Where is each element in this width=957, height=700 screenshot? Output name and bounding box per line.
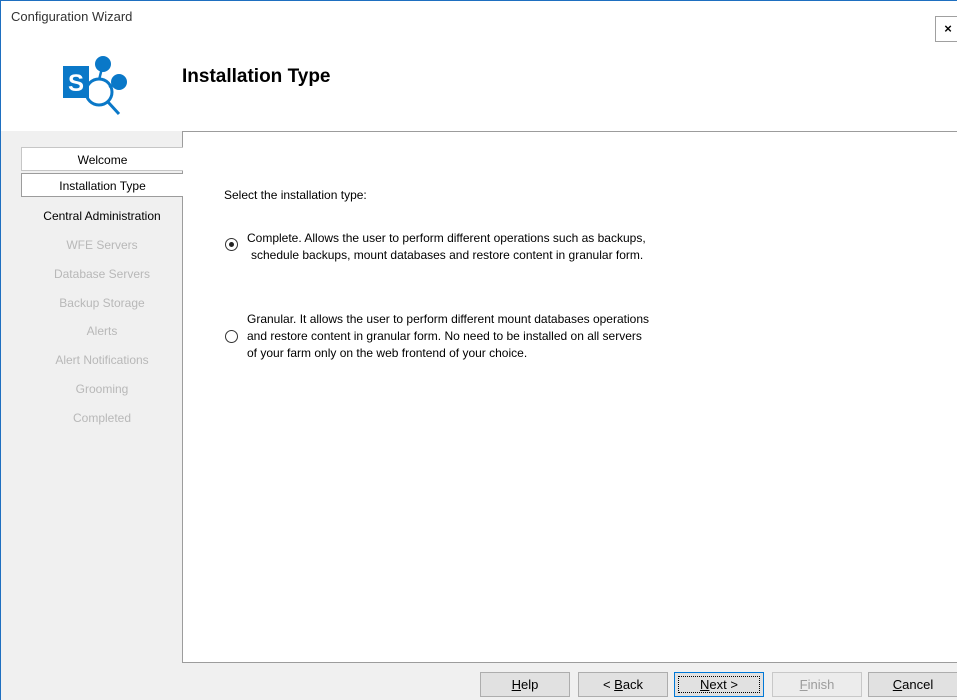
help-button[interactable]: Help: [480, 672, 570, 697]
complete-radio[interactable]: [225, 238, 238, 251]
header-area: [1, 31, 957, 131]
cancel-label: ancel: [902, 677, 934, 692]
installation-type-prompt: Select the installation type:: [224, 188, 367, 202]
content-panel: [182, 131, 957, 663]
complete-option-line-2: schedule backups, mount databases and re…: [251, 248, 644, 262]
granular-option-label[interactable]: Granular. It allows the user to perform …: [247, 311, 649, 362]
nav-item-database-servers: Database Servers: [53, 267, 151, 281]
nav-item-welcome[interactable]: Welcome: [21, 147, 183, 171]
back-mnemonic: B: [614, 677, 623, 692]
cancel-mnemonic: C: [892, 677, 903, 692]
page-title: Installation Type: [182, 66, 331, 87]
help-mnemonic: H: [511, 677, 522, 692]
back-button[interactable]: < Back: [578, 672, 668, 697]
nav-item-central-administration[interactable]: Central Administration: [21, 204, 183, 228]
granular-option-line-2: and restore content in granular form. No…: [247, 329, 642, 343]
nav-item-backup-storage: Backup Storage: [59, 296, 145, 310]
back-label: ack: [622, 677, 644, 692]
sharepoint-logo-icon: S: [63, 56, 127, 116]
nav-item-alert-notifications: Alert Notifications: [55, 353, 149, 367]
granular-option-line-3: of your farm only on the web frontend of…: [247, 346, 528, 360]
nav-item-wfe-servers: WFE Servers: [66, 238, 138, 252]
nav-item-grooming: Grooming: [75, 382, 129, 396]
cancel-button[interactable]: Cancel: [868, 672, 957, 697]
finish-button: Finish: [772, 672, 862, 697]
radio-selected-dot: [229, 242, 234, 247]
next-button[interactable]: Next >: [674, 672, 764, 697]
help-label: elp: [521, 677, 539, 692]
configuration-wizard-window: Configuration Wizard × S Installation Ty…: [0, 0, 957, 700]
nav-item-completed: Completed: [72, 411, 132, 425]
window-title: Configuration Wizard: [11, 9, 133, 24]
complete-option-label[interactable]: Complete. Allows the user to perform dif…: [247, 230, 646, 264]
focus-rectangle: [678, 676, 760, 693]
close-button[interactable]: ×: [935, 16, 957, 42]
granular-option-line-1: Granular. It allows the user to perform …: [247, 312, 649, 326]
nav-item-alerts: Alerts: [86, 324, 118, 338]
finish-label: inish: [807, 677, 835, 692]
nav-item-installation-type[interactable]: Installation Type: [21, 173, 183, 197]
complete-option-line-1: Complete. Allows the user to perform dif…: [247, 231, 646, 245]
granular-radio[interactable]: [225, 330, 238, 343]
logo-letter: S: [68, 70, 84, 97]
title-bar: Configuration Wizard: [1, 1, 957, 31]
finish-mnemonic: F: [799, 677, 808, 692]
back-prefix: <: [602, 677, 615, 692]
